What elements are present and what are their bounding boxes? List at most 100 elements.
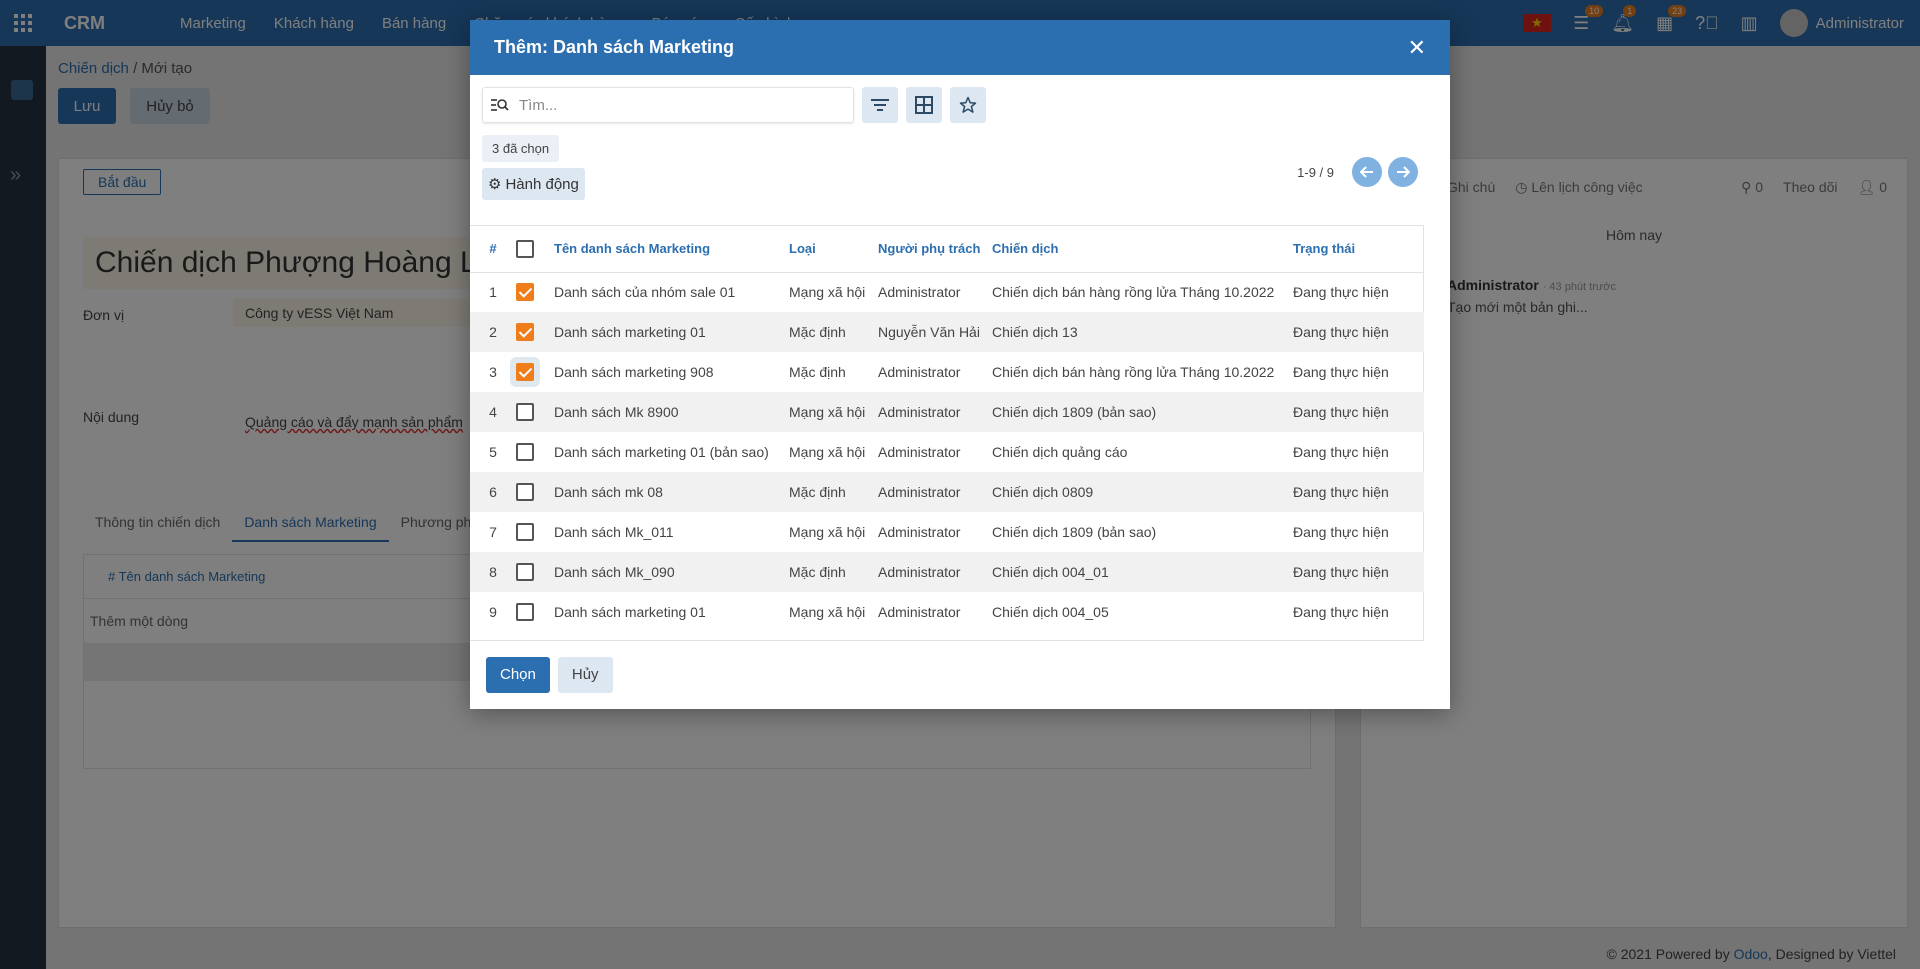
table-row[interactable]: 1 Danh sách của nhóm sale 01 Mạng xã hội Ad… (470, 272, 1424, 312)
row-checkbox[interactable] (516, 363, 534, 382)
row-checkbox-cell (516, 472, 554, 512)
col-state[interactable]: Trạng thái (1293, 226, 1424, 273)
row-state[interactable]: Đang thực hiện (1293, 512, 1424, 552)
row-number[interactable]: 5 (470, 432, 516, 472)
search-options-icon[interactable] (491, 98, 509, 112)
row-checkbox[interactable] (516, 323, 534, 342)
row-number[interactable]: 9 (470, 592, 516, 632)
row-type[interactable]: Mạng xã hội (789, 432, 878, 472)
row-name[interactable]: Danh sách marketing 01 (554, 592, 789, 632)
action-label: Hành động (505, 175, 579, 193)
row-type[interactable]: Mạng xã hội (789, 512, 878, 552)
row-checkbox[interactable] (516, 523, 534, 542)
row-checkbox[interactable] (516, 563, 534, 582)
grid-icon (915, 96, 933, 114)
table-row[interactable]: 5 Danh sách marketing 01 (bản sao) Mạng xã… (470, 432, 1424, 472)
row-number[interactable]: 7 (470, 512, 516, 552)
row-owner[interactable]: Administrator (878, 472, 992, 512)
row-type[interactable]: Mặc định (789, 552, 878, 592)
row-campaign[interactable]: Chiến dịch bán hàng rồng lửa Tháng 10.20… (992, 352, 1293, 392)
row-campaign[interactable]: Chiến dịch 0809 (992, 472, 1293, 512)
action-dropdown[interactable]: ⚙ Hành động (482, 168, 585, 200)
row-checkbox[interactable] (516, 403, 534, 422)
col-name[interactable]: Tên danh sách Marketing (554, 226, 789, 273)
row-owner[interactable]: Administrator (878, 512, 992, 552)
table-row[interactable]: 7 Danh sách Mk_011 Mạng xã hội Administrato… (470, 512, 1424, 552)
row-state[interactable]: Đang thực hiện (1293, 352, 1424, 392)
row-number[interactable]: 4 (470, 392, 516, 432)
row-campaign[interactable]: Chiến dịch 1809 (bản sao) (992, 512, 1293, 552)
pager-next-button[interactable] (1388, 157, 1418, 187)
row-owner[interactable]: Nguyễn Văn Hải (878, 312, 992, 352)
row-campaign[interactable]: Chiến dịch 1809 (bản sao) (992, 392, 1293, 432)
close-icon[interactable]: ✕ (1408, 35, 1426, 61)
search-input[interactable] (519, 96, 839, 114)
row-checkbox[interactable] (516, 283, 534, 302)
col-number: # (470, 226, 516, 273)
row-name[interactable]: Danh sách marketing 908 (554, 352, 789, 392)
row-state[interactable]: Đang thực hiện (1293, 432, 1424, 472)
col-campaign[interactable]: Chiến dịch (992, 226, 1293, 273)
row-name[interactable]: Danh sách marketing 01 (554, 312, 789, 352)
col-owner[interactable]: Người phụ trách (878, 226, 992, 273)
row-name[interactable]: Danh sách Mk_011 (554, 512, 789, 552)
row-owner[interactable]: Administrator (878, 592, 992, 632)
row-owner[interactable]: Administrator (878, 392, 992, 432)
row-type[interactable]: Mạng xã hội (789, 272, 878, 312)
row-checkbox-cell (516, 512, 554, 552)
row-name[interactable]: Danh sách Mk_090 (554, 552, 789, 592)
add-marketing-list-dialog: Thêm: Danh sách Marketing ✕ Tìm... 3 đã … (470, 20, 1450, 709)
row-campaign[interactable]: Chiến dịch bán hàng rồng lửa Tháng 10.20… (992, 272, 1293, 312)
table-row[interactable]: 4 Danh sách Mk 8900 Mạng xã hội Administrat… (470, 392, 1424, 432)
row-number[interactable]: 6 (470, 472, 516, 512)
table-row[interactable]: 2 Danh sách marketing 01 Mặc định Nguyễn Vă… (470, 312, 1424, 352)
row-number[interactable]: 2 (470, 312, 516, 352)
row-type[interactable]: Mạng xã hội (789, 592, 878, 632)
row-name[interactable]: Danh sách mk 08 (554, 472, 789, 512)
col-type[interactable]: Loại (789, 226, 878, 273)
marketing-list-table-wrap: # Tên danh sách Marketing Loại Người phụ… (470, 225, 1424, 641)
row-type[interactable]: Mặc định (789, 352, 878, 392)
marketing-list-table: # Tên danh sách Marketing Loại Người phụ… (470, 226, 1424, 632)
row-type[interactable]: Mặc định (789, 312, 878, 352)
select-all-checkbox[interactable] (516, 239, 534, 258)
pager-value[interactable]: 1-9 / 9 (1297, 165, 1334, 180)
row-owner[interactable]: Administrator (878, 272, 992, 312)
row-owner[interactable]: Administrator (878, 352, 992, 392)
dialog-footer: Chọn Hủy (470, 641, 1450, 709)
row-name[interactable]: Danh sách marketing 01 (bản sao) (554, 432, 789, 472)
row-state[interactable]: Đang thực hiện (1293, 472, 1424, 512)
row-state[interactable]: Đang thực hiện (1293, 392, 1424, 432)
row-name[interactable]: Danh sách Mk 8900 (554, 392, 789, 432)
row-checkbox[interactable] (516, 603, 534, 622)
row-type[interactable]: Mạng xã hội (789, 392, 878, 432)
row-name[interactable]: Danh sách của nhóm sale 01 (554, 272, 789, 312)
row-campaign[interactable]: Chiến dịch 13 (992, 312, 1293, 352)
select-button[interactable]: Chọn (486, 657, 550, 693)
cancel-button[interactable]: Hủy (557, 657, 613, 693)
row-owner[interactable]: Administrator (878, 552, 992, 592)
row-type[interactable]: Mặc định (789, 472, 878, 512)
filter-button[interactable] (862, 87, 898, 123)
favorites-button[interactable] (950, 87, 986, 123)
row-checkbox[interactable] (516, 483, 534, 502)
table-row[interactable]: 9 Danh sách marketing 01 Mạng xã hội Admini… (470, 592, 1424, 632)
table-row[interactable]: 6 Danh sách mk 08 Mặc định Administrator Chi… (470, 472, 1424, 512)
filter-icon (871, 99, 889, 111)
table-row[interactable]: 3 Danh sách marketing 908 Mặc định Administ… (470, 352, 1424, 392)
row-owner[interactable]: Administrator (878, 432, 992, 472)
table-row[interactable]: 8 Danh sách Mk_090 Mặc định Administrator Ch… (470, 552, 1424, 592)
row-state[interactable]: Đang thực hiện (1293, 312, 1424, 352)
pager-previous-button[interactable] (1352, 157, 1382, 187)
row-state[interactable]: Đang thực hiện (1293, 552, 1424, 592)
row-state[interactable]: Đang thực hiện (1293, 592, 1424, 632)
row-number[interactable]: 3 (470, 352, 516, 392)
row-campaign[interactable]: Chiến dịch 004_01 (992, 552, 1293, 592)
row-campaign[interactable]: Chiến dịch quảng cáo (992, 432, 1293, 472)
row-number[interactable]: 1 (470, 272, 516, 312)
row-state[interactable]: Đang thực hiện (1293, 272, 1424, 312)
group-by-button[interactable] (906, 87, 942, 123)
row-checkbox[interactable] (516, 443, 534, 462)
row-campaign[interactable]: Chiến dịch 004_05 (992, 592, 1293, 632)
row-number[interactable]: 8 (470, 552, 516, 592)
